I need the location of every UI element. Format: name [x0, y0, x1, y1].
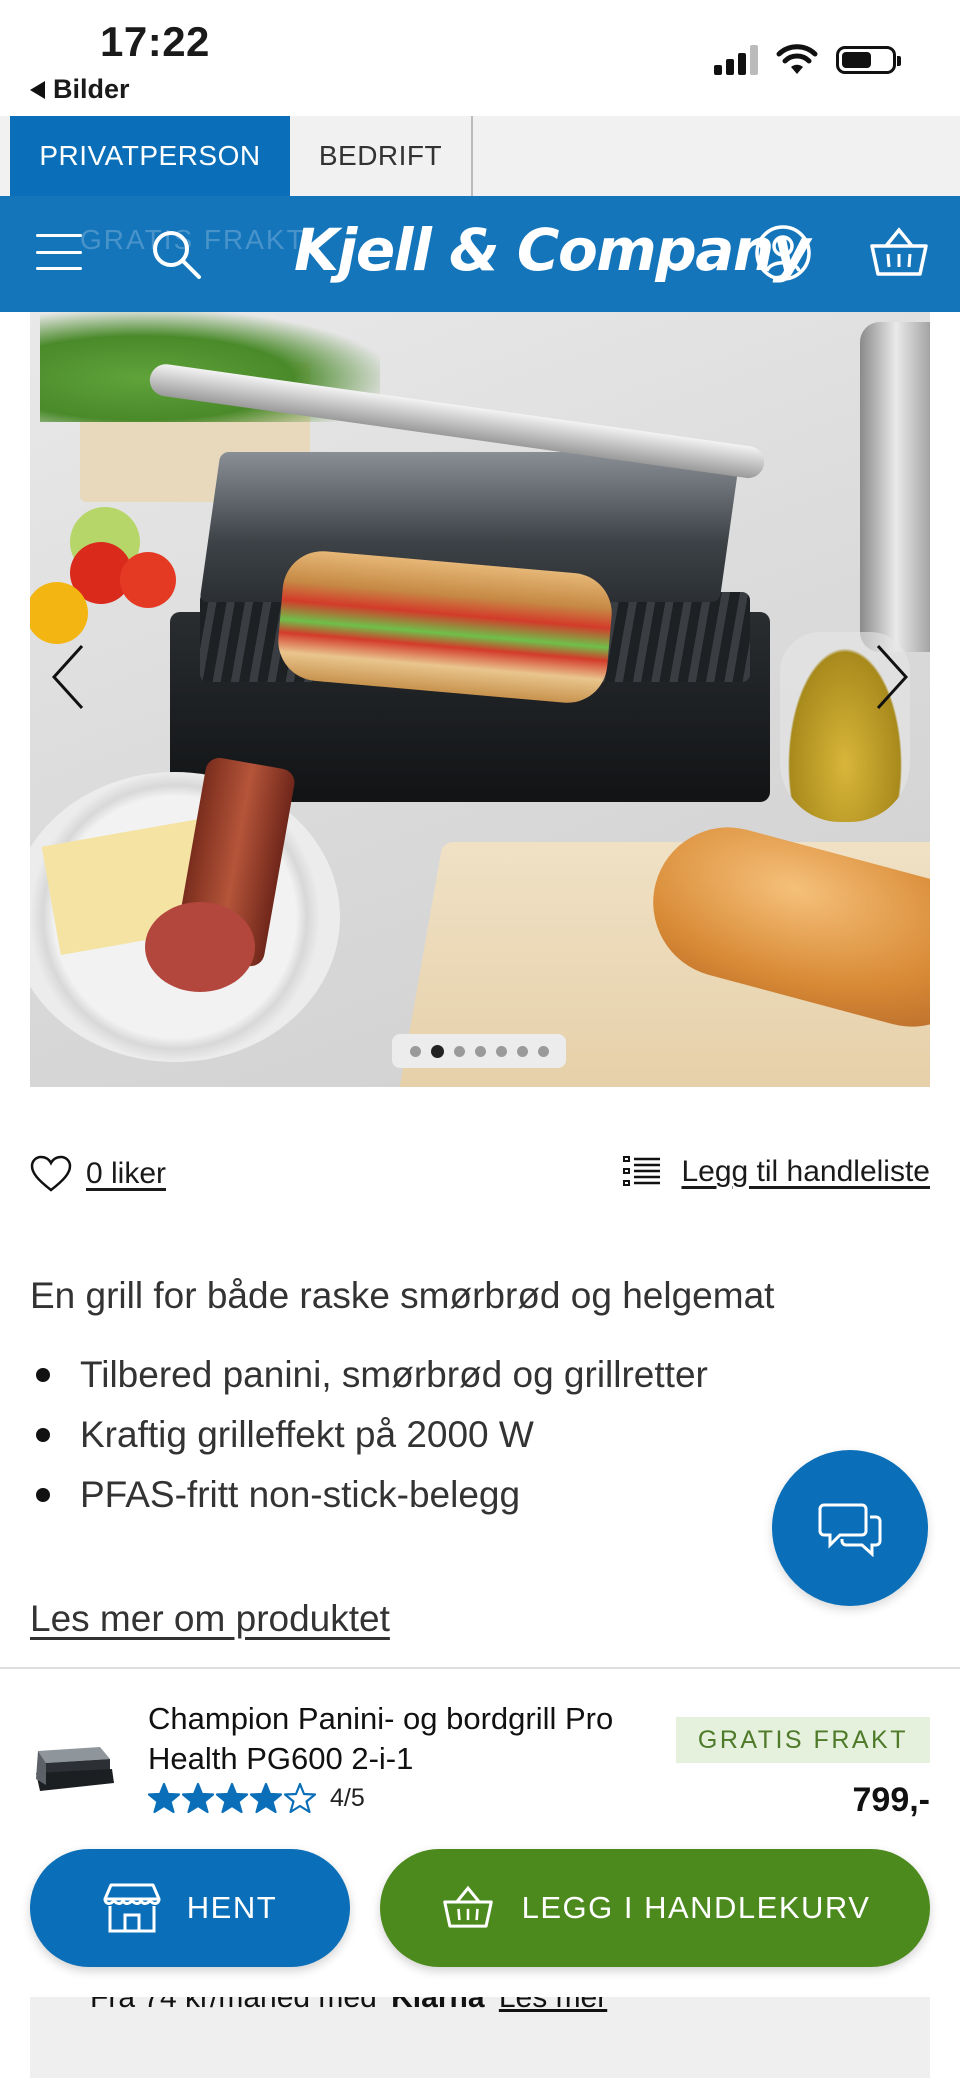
gallery-dot[interactable] [537, 1045, 549, 1057]
user-account-icon[interactable] [754, 224, 812, 282]
product-name: Champion Panini- og bordgrill Pro Health… [148, 1701, 614, 1776]
star-filled-icon [250, 1782, 282, 1814]
wifi-icon [776, 44, 818, 74]
hero-shaker [860, 322, 930, 652]
tab-business[interactable]: BEDRIFT [290, 116, 473, 196]
like-count: 0 liker [86, 1157, 167, 1190]
feature-list: Tilbered panini, smørbrød og grillretter… [30, 1345, 708, 1525]
hero-tomato [120, 552, 176, 608]
add-to-cart-label: LEGG I HANDLEKURV [521, 1890, 871, 1925]
sticky-buy-bar: Champion Panini- og bordgrill Pro Health… [0, 1667, 960, 2078]
add-to-shopping-list-button[interactable]: Legg til handleliste [623, 1155, 930, 1189]
product-tagline: En grill for både raske smørbrød og helg… [30, 1275, 775, 1316]
gallery-next-arrow-icon[interactable] [872, 642, 912, 712]
pickup-label: HENT [186, 1890, 278, 1925]
gallery-dot[interactable] [516, 1045, 528, 1057]
like-button[interactable]: 0 liker [30, 1155, 166, 1193]
gallery-dot[interactable] [474, 1045, 486, 1057]
cart-icon[interactable] [868, 224, 930, 282]
star-filled-icon [182, 1782, 214, 1814]
product-actions: 0 liker Legg til handleliste [30, 1155, 930, 1205]
heart-icon [30, 1155, 72, 1192]
chat-bubbles-icon [818, 1503, 882, 1557]
star-filled-icon [148, 1782, 180, 1814]
hero-salami [145, 902, 255, 992]
klarna-logo: Klarna [391, 1997, 485, 2014]
tab-private[interactable]: PRIVATPERSON [10, 116, 290, 196]
feature-item: Kraftig grilleffekt på 2000 W [30, 1405, 708, 1465]
status-icons [714, 44, 901, 76]
rating-text: 4/5 [330, 1783, 365, 1812]
add-to-cart-button[interactable]: LEGG I HANDLEKURV [380, 1849, 930, 1967]
logo[interactable]: Kjell & Company [294, 216, 811, 284]
menu-icon[interactable] [36, 234, 82, 270]
add-to-list-label: Legg til handleliste [681, 1155, 930, 1188]
store-icon [103, 1883, 161, 1933]
rating-stars: 4/5 [148, 1782, 365, 1814]
financing-amount: Fra 74 kr/måned med [90, 1997, 377, 2014]
free-shipping-badge: GRATIS FRAKT [675, 1717, 930, 1763]
gallery-dot[interactable] [430, 1044, 444, 1058]
cart-icon [442, 1885, 493, 1928]
gallery-prev-arrow-icon[interactable] [48, 642, 88, 712]
back-triangle-icon [30, 80, 45, 99]
financing-text: Fra 74 kr/måned med Klarna Les mer [90, 1997, 607, 2015]
chat-button[interactable] [772, 1450, 928, 1606]
status-time: 17:22 [100, 18, 210, 65]
product-image-gallery[interactable] [30, 312, 930, 1087]
back-to-app-button[interactable]: Bilder [30, 74, 130, 105]
hero-pepper [30, 582, 88, 644]
product-thumbnail [36, 1747, 114, 1791]
product-price: 799,- [852, 1781, 931, 1819]
read-more-link[interactable]: Les mer om produktet [30, 1598, 390, 1640]
gallery-dot[interactable] [495, 1045, 507, 1057]
pickup-button[interactable]: HENT [30, 1849, 350, 1967]
star-filled-icon [216, 1782, 248, 1814]
back-label: Bilder [53, 74, 130, 104]
gallery-dot[interactable] [409, 1045, 421, 1057]
financing-banner: Fra 74 kr/måned med Klarna Les mer [30, 1997, 930, 2078]
feature-item: PFAS-fritt non-stick-belegg [30, 1465, 708, 1525]
status-bar: 17:22 Bilder [0, 0, 960, 116]
financing-read-more-link[interactable]: Les mer [499, 1997, 607, 2014]
customer-type-tabs: PRIVATPERSON BEDRIFT [0, 116, 960, 196]
gallery-dot[interactable] [453, 1045, 465, 1057]
star-empty-icon [284, 1782, 316, 1814]
list-icon [623, 1156, 661, 1186]
feature-item: Tilbered panini, smørbrød og grillretter [30, 1345, 708, 1405]
battery-icon [836, 46, 901, 74]
site-header: GRATIS FRAKT Kjell & Company [0, 196, 960, 312]
search-icon[interactable] [148, 226, 204, 282]
gallery-pagination-dots[interactable] [392, 1034, 566, 1068]
cellular-signal-icon [714, 45, 758, 75]
